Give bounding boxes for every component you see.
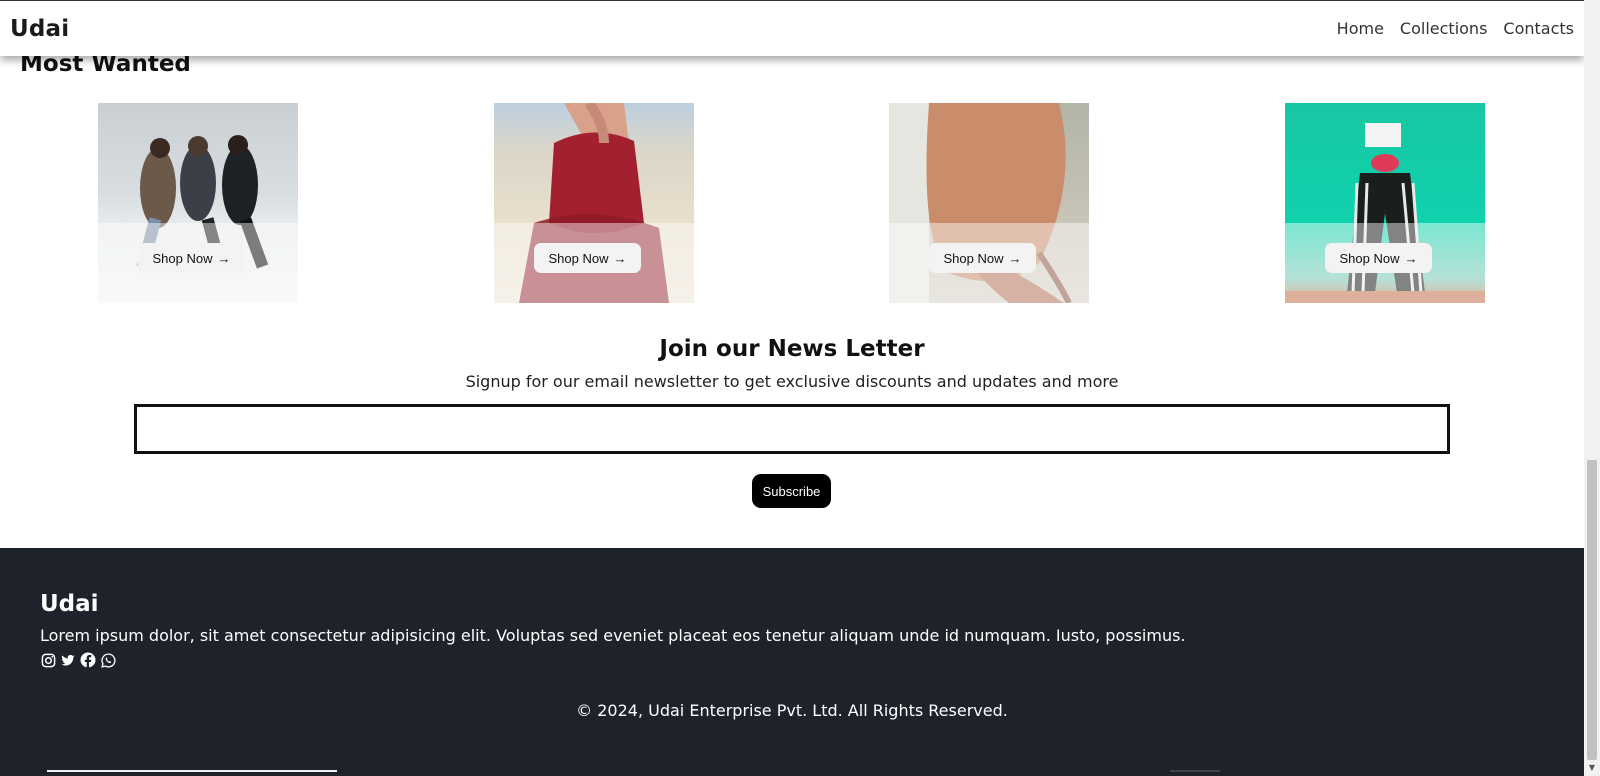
arrow-right-icon: → (217, 250, 231, 266)
footer-description: Lorem ipsum dolor, sit amet consectetur … (40, 626, 1186, 645)
nav-contacts[interactable]: Contacts (1503, 19, 1574, 38)
facebook-icon[interactable] (80, 652, 96, 668)
footer-bottom-strip (1170, 770, 1220, 772)
shop-now-label: Shop Now (548, 250, 609, 266)
newsletter-subtitle: Signup for our email newsletter to get e… (465, 372, 1119, 391)
instagram-icon[interactable] (40, 652, 56, 668)
scrollbar-thumb[interactable] (1587, 460, 1597, 760)
copyright-text: © 2024, Udai Enterprise Pvt. Ltd. All Ri… (576, 701, 1008, 720)
product-card-3[interactable]: Shop Now → (889, 103, 1089, 303)
site-footer: Udai Lorem ipsum dolor, sit amet consect… (0, 548, 1584, 776)
main-nav: Home Collections Contacts (1321, 19, 1574, 38)
shop-now-button[interactable]: Shop Now → (929, 243, 1036, 273)
shop-now-label: Shop Now (943, 250, 1004, 266)
shop-now-button[interactable]: Shop Now → (1325, 243, 1432, 273)
shop-now-button[interactable]: Shop Now → (138, 243, 245, 273)
footer-bottom-strip (47, 770, 337, 772)
product-card-4[interactable]: Shop Now → (1285, 103, 1485, 303)
scroll-down-icon[interactable]: ▼ (1587, 764, 1597, 772)
page: Udai Home Collections Contacts Most Want… (0, 0, 1584, 776)
arrow-right-icon: → (1404, 250, 1418, 266)
nav-home[interactable]: Home (1337, 19, 1384, 38)
newsletter-email-input[interactable] (134, 404, 1450, 454)
shop-now-label: Shop Now (152, 250, 213, 266)
twitter-icon[interactable] (60, 652, 76, 668)
brand-logo[interactable]: Udai (10, 16, 69, 42)
product-card-2[interactable]: Shop Now → (494, 103, 694, 303)
subscribe-button[interactable]: Subscribe (752, 474, 831, 508)
arrow-right-icon: → (613, 250, 627, 266)
newsletter-title: Join our News Letter (659, 336, 925, 362)
social-links (40, 652, 116, 668)
shop-now-label: Shop Now (1339, 250, 1400, 266)
product-card-1[interactable]: Shop Now → (98, 103, 298, 303)
nav-collections[interactable]: Collections (1400, 19, 1487, 38)
whatsapp-icon[interactable] (100, 652, 116, 668)
footer-brand: Udai (40, 591, 99, 617)
site-header: Udai Home Collections Contacts (0, 0, 1584, 56)
shop-now-button[interactable]: Shop Now → (534, 243, 641, 273)
arrow-right-icon: → (1008, 250, 1022, 266)
